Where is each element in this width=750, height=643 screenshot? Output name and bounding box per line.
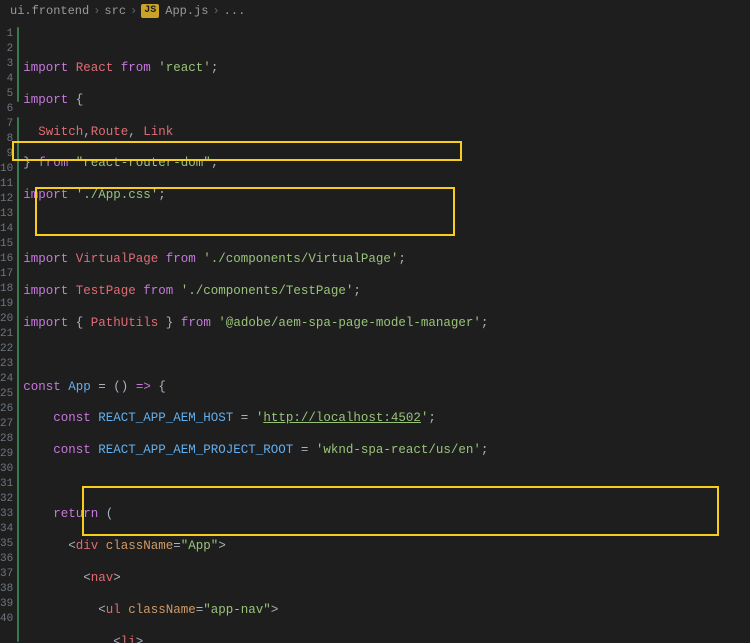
code-line[interactable]: const REACT_APP_AEM_HOST = 'http://local… [23, 411, 750, 426]
breadcrumb-seg[interactable]: ui.frontend [10, 3, 89, 19]
code-line[interactable]: <ul className="app-nav"> [23, 603, 750, 618]
code-line[interactable]: import { PathUtils } from '@adobe/aem-sp… [23, 316, 750, 331]
code-line[interactable] [23, 475, 750, 490]
code-line[interactable]: import './App.css'; [23, 188, 750, 203]
code-line[interactable] [23, 220, 750, 235]
chevron-right-icon: › [93, 3, 100, 19]
chevron-right-icon: › [212, 3, 219, 19]
code-line[interactable] [23, 348, 750, 363]
code-line[interactable]: import VirtualPage from './components/Vi… [23, 252, 750, 267]
code-line[interactable]: import React from 'react'; [23, 61, 750, 76]
code-line[interactable]: } from "react-router-dom"; [23, 156, 750, 171]
code-line[interactable]: <div className="App"> [23, 539, 750, 554]
line-number-gutter: 1234567891011121314151617181920212223242… [0, 23, 17, 643]
code-line[interactable]: import { [23, 93, 750, 108]
breadcrumb-tail: ... [224, 3, 246, 19]
code-line[interactable]: <nav> [23, 571, 750, 586]
code-line[interactable]: const App = () => { [23, 380, 750, 395]
code-line[interactable]: Switch,Route, Link [23, 125, 750, 140]
js-file-icon: JS [141, 4, 159, 18]
breadcrumb[interactable]: ui.frontend › src › JS App.js › ... [0, 0, 750, 23]
chevron-right-icon: › [130, 3, 137, 19]
code-editor[interactable]: 1234567891011121314151617181920212223242… [0, 23, 750, 643]
breadcrumb-seg[interactable]: src [104, 3, 126, 19]
breadcrumb-file[interactable]: App.js [165, 3, 208, 19]
code-line[interactable]: return ( [23, 507, 750, 522]
code-area[interactable]: import React from 'react'; import { Swit… [17, 23, 750, 643]
editor-window: { "breadcrumbs": { "seg0": "ui.frontend"… [0, 0, 750, 643]
code-line[interactable]: const REACT_APP_AEM_PROJECT_ROOT = 'wknd… [23, 443, 750, 458]
code-line[interactable]: import TestPage from './components/TestP… [23, 284, 750, 299]
code-line[interactable]: <li> [23, 635, 750, 643]
